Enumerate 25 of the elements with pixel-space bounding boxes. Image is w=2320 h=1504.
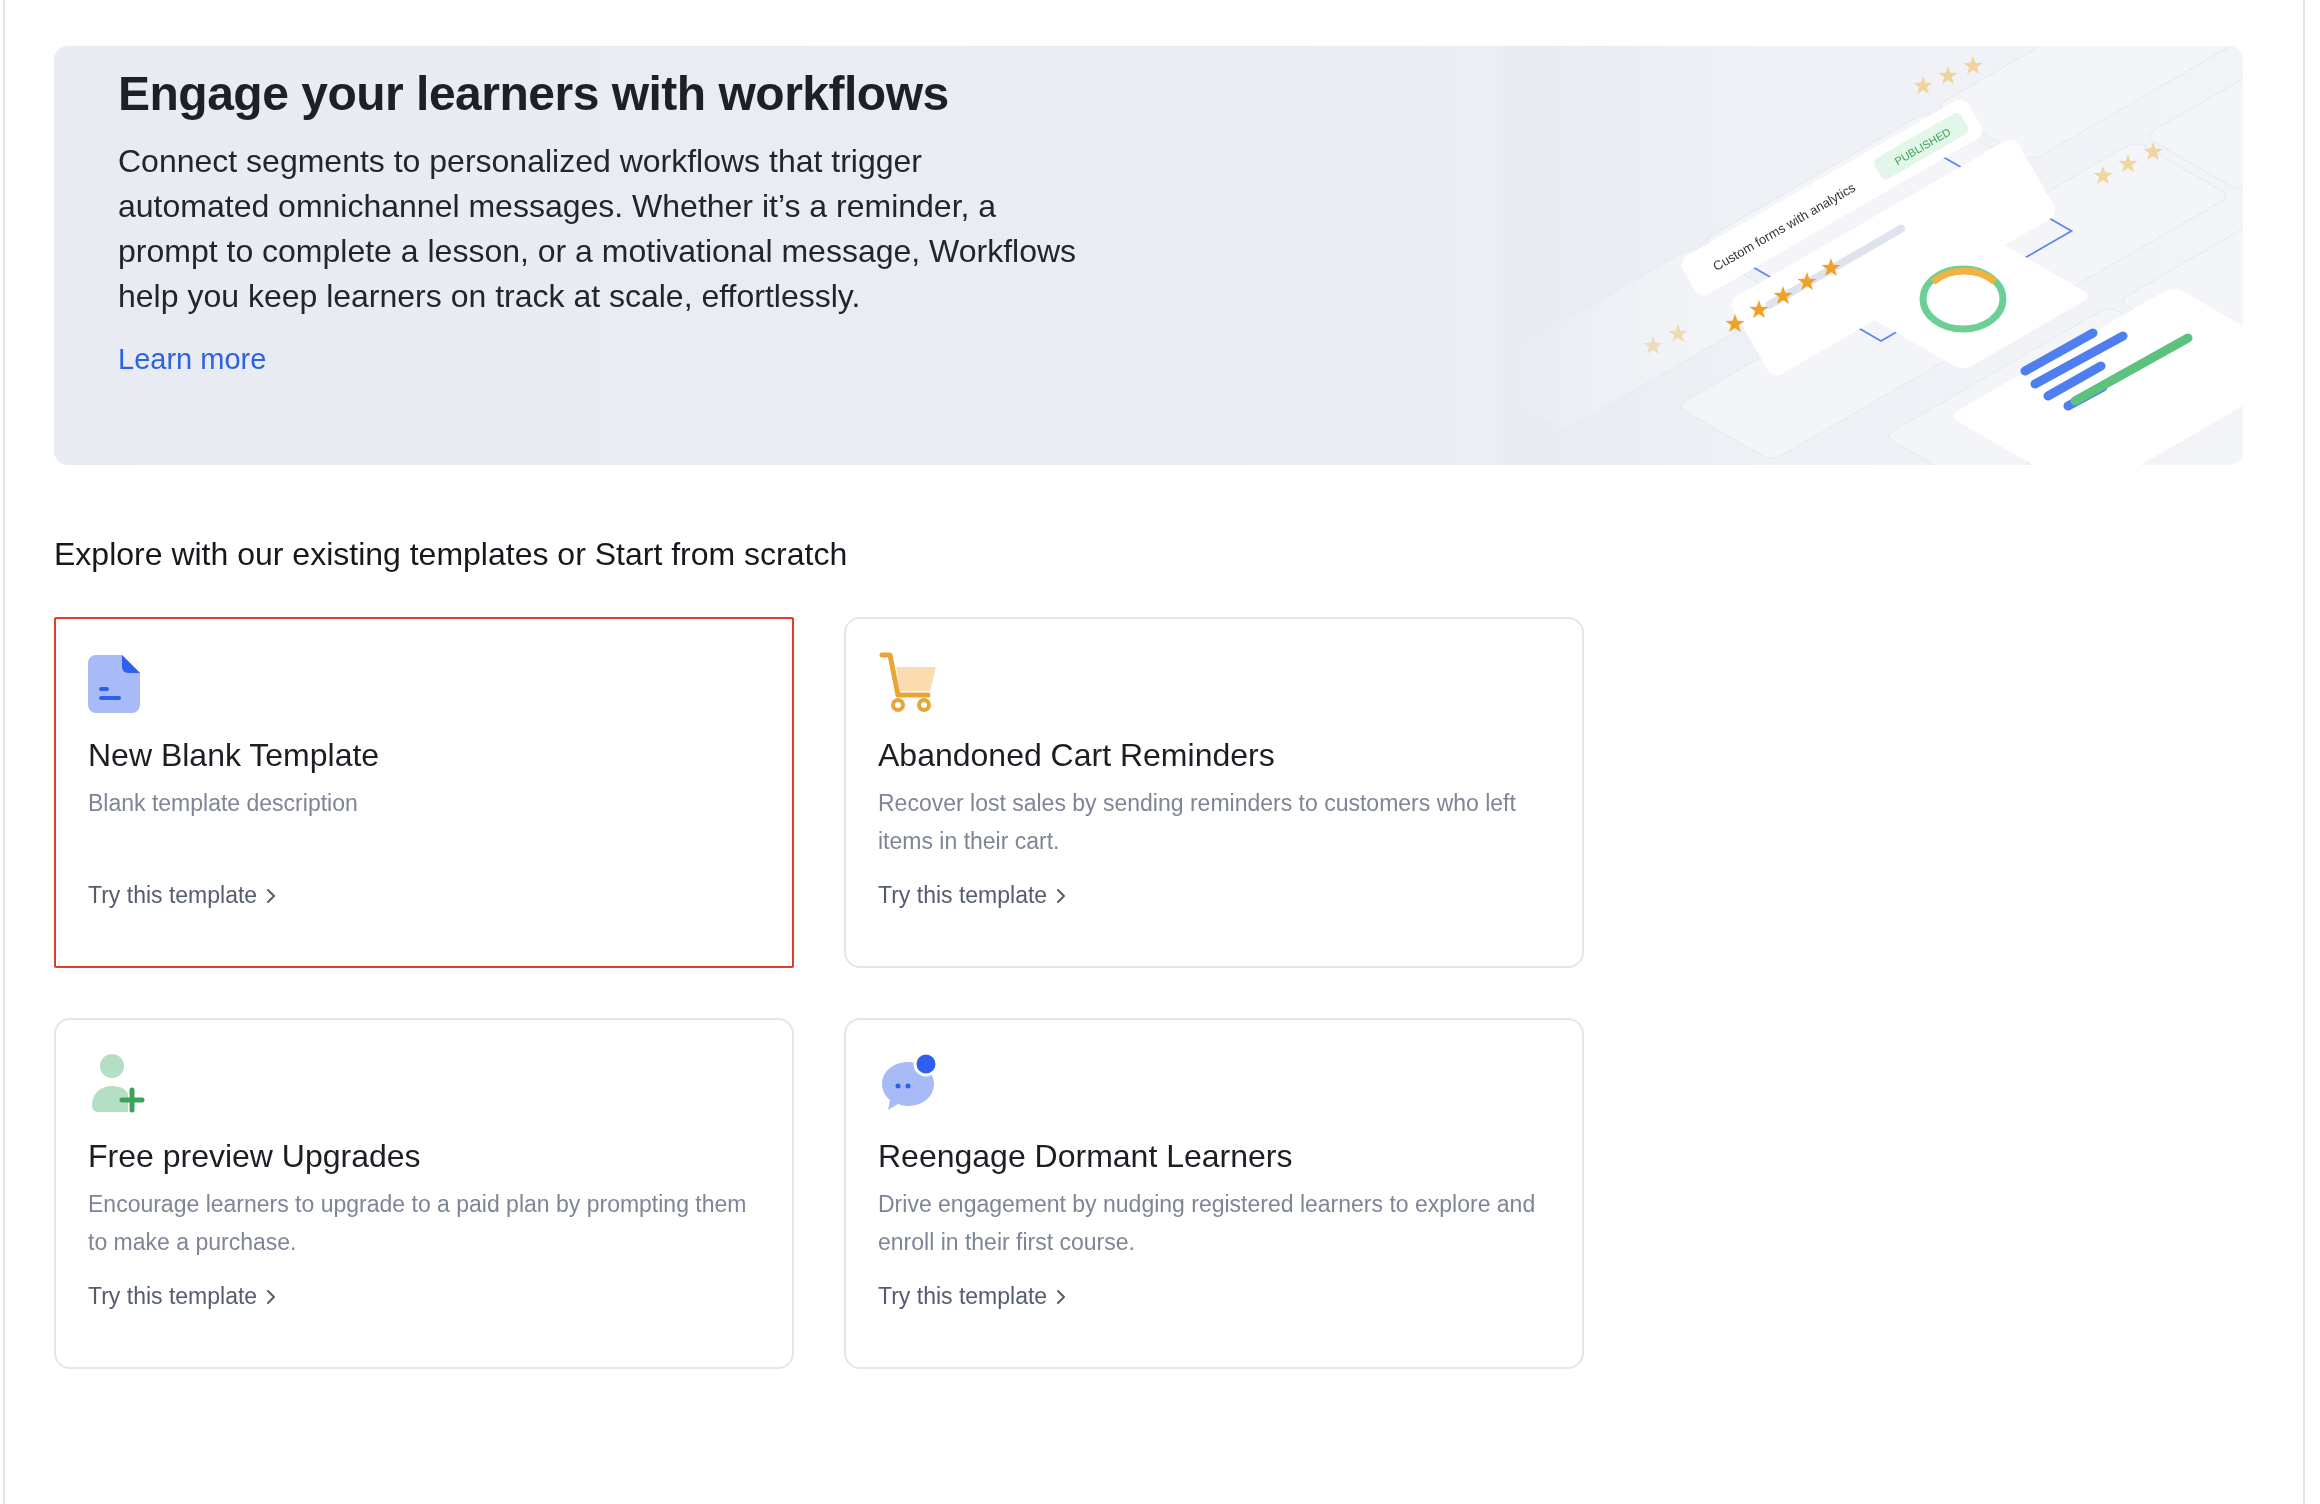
section-title: Explore with our existing templates or Start from scratch	[54, 536, 849, 573]
template-title: Reengage Dormant Learners	[878, 1138, 1294, 1175]
template-description: Recover lost sales by sending reminders to customers who left items in their cart.	[878, 789, 1517, 856]
template-card[interactable]: Reengage Dormant Learners Drive engagement by nudging registered learners to explore and enroll in their first course. Try this template	[844, 1018, 1584, 1369]
shopping-cart-icon	[878, 651, 938, 715]
learn-more-link[interactable]: Learn more	[118, 343, 267, 376]
chevron-right-icon	[265, 886, 278, 905]
template-card[interactable]: Abandoned Cart Reminders Recover lost sales by sending reminders to customers who left items in their cart. Try this template	[844, 617, 1584, 968]
banner-title: Engage your learners with workflows	[118, 66, 950, 121]
template-title: Abandoned Cart Reminders	[878, 737, 1276, 774]
try-template-link[interactable]: Try this template	[878, 882, 1068, 909]
chevron-right-icon	[1055, 886, 1068, 905]
banner-description: Connect segments to personalized workflows that trigger automated omnichannel messages. Whether it’s a reminder, a prompt to complete a lesson, or a motivational message, Workflows help you keep learners on track at scale, effortlessly.	[118, 142, 1078, 316]
template-card[interactable]: Free preview Upgrades Encourage learners to upgrade to a paid plan by prompting them to make a purchase. Try this template	[54, 1018, 794, 1369]
try-template-link[interactable]: Try this template	[88, 882, 278, 909]
template-description: Encourage learners to upgrade to a paid plan by prompting them to make a purchase.	[88, 1190, 748, 1257]
template-description: Blank template description	[88, 789, 359, 818]
template-card[interactable]: New Blank Template Blank template description Try this template	[54, 617, 794, 968]
template-description: Drive engagement by nudging registered learners to explore and enroll in their first course.	[878, 1190, 1537, 1257]
template-title: Free preview Upgrades	[88, 1138, 422, 1175]
chevron-right-icon	[265, 1287, 278, 1306]
chevron-right-icon	[1055, 1287, 1068, 1306]
template-title: New Blank Template	[88, 737, 381, 774]
try-template-link[interactable]: Try this template	[88, 1283, 278, 1310]
try-template-link[interactable]: Try this template	[878, 1283, 1068, 1310]
